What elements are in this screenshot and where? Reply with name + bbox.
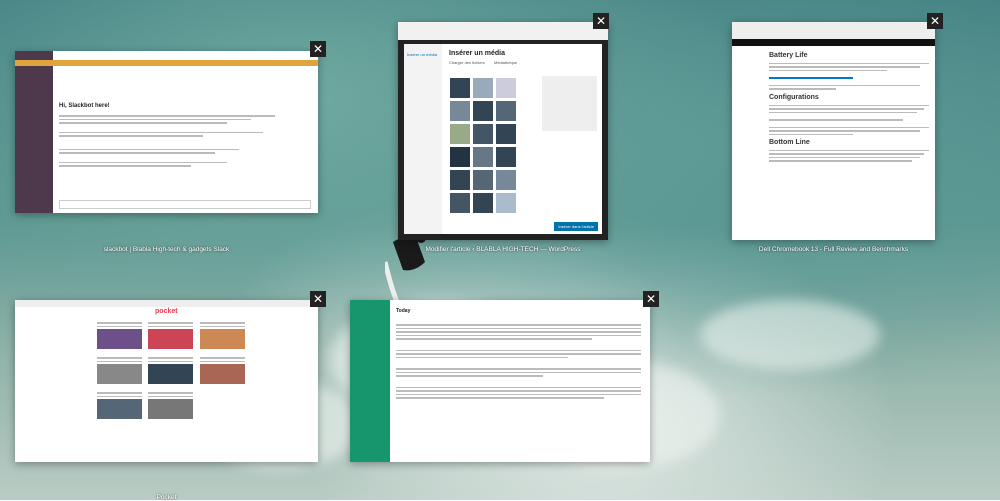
dell-heading-battery: Battery Life: [769, 52, 808, 59]
todo-header: Today: [396, 308, 411, 314]
window-pocket[interactable]: pocket: [15, 300, 318, 462]
surfer-image: [385, 233, 426, 302]
close-wordpress-button[interactable]: ✕: [593, 13, 609, 29]
wp-media-grid[interactable]: [448, 76, 538, 214]
wp-sidebar-item[interactable]: Insérer un média: [407, 52, 437, 57]
slack-banner: [15, 60, 318, 66]
wp-tab-upload[interactable]: Charger des fichiers: [449, 60, 485, 65]
window-todoist[interactable]: Today: [350, 300, 650, 462]
window-dell-review[interactable]: Battery Life Configurations Bottom Line: [732, 22, 935, 240]
window-wordpress[interactable]: Insérer un média Insérer un média Charge…: [398, 22, 608, 240]
dell-nav-bar[interactable]: [732, 39, 935, 46]
pocket-grid[interactable]: [97, 320, 297, 425]
close-todoist-button[interactable]: ✕: [643, 291, 659, 307]
close-pocket-button[interactable]: ✕: [310, 291, 326, 307]
close-slack-button[interactable]: ✕: [310, 41, 326, 57]
window-slack[interactable]: Hi, Slackbot here!: [15, 51, 318, 213]
wp-tab-library[interactable]: Médiathèque: [494, 60, 517, 65]
window-title-wordpress: Modifier l'article ‹ BLABLA HIGH-TECH — …: [425, 246, 581, 253]
wp-insert-button[interactable]: Insérer dans l'article: [554, 222, 598, 231]
dell-heading-config: Configurations: [769, 93, 819, 101]
todo-sidebar[interactable]: [350, 300, 390, 462]
close-dell-button[interactable]: ✕: [927, 13, 943, 29]
slack-greeting: Hi, Slackbot here!: [59, 103, 110, 109]
window-title-slack: slackbot | Blabla High-tech & gadgets Sl…: [103, 246, 230, 253]
slack-sidebar[interactable]: [15, 51, 53, 213]
dell-heading-bottom: Bottom Line: [769, 139, 810, 146]
wp-modal-title: Insérer un média: [449, 50, 506, 57]
window-title-dell: Dell Chromebook 13 - Full Review and Ben…: [758, 246, 909, 253]
slack-message-input[interactable]: [59, 200, 311, 209]
pocket-logo: pocket: [155, 308, 178, 315]
